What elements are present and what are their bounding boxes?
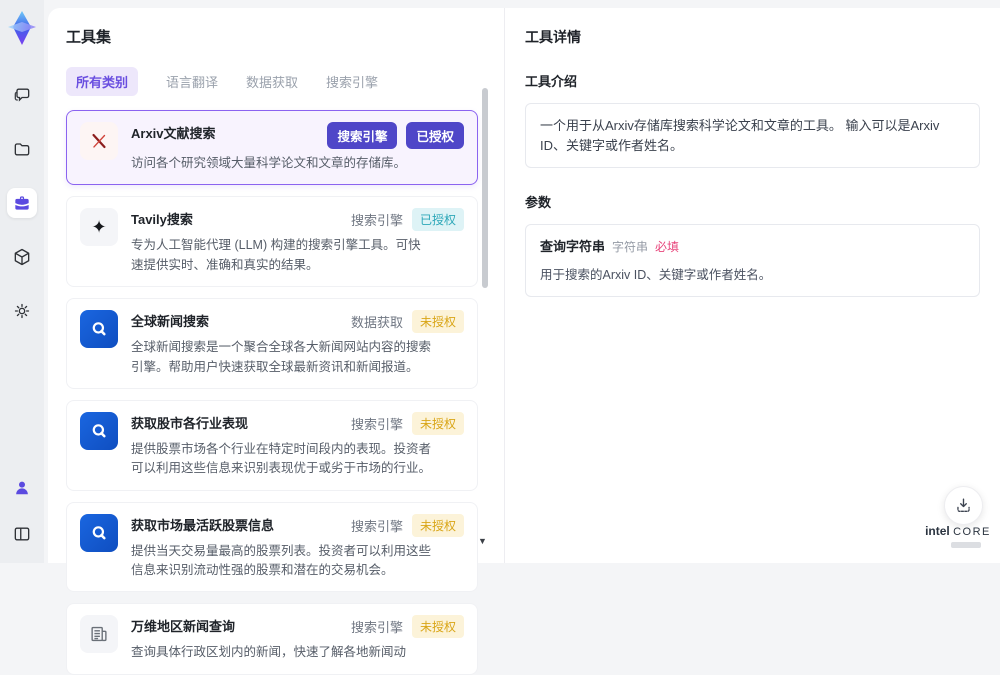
sidebar-item-settings[interactable] xyxy=(7,296,37,326)
status-badge: 已授权 xyxy=(406,122,464,149)
tool-list-panel: 工具集 所有类别 语言翻译 数据获取 搜索引擎 Arxiv文献搜索 搜索引擎 已… xyxy=(48,8,504,675)
news-search-logo-icon xyxy=(80,310,118,349)
intel-core-logo: intel CORE xyxy=(925,525,991,548)
sidebar-item-toolbox[interactable] xyxy=(7,188,37,218)
param-name: 查询字符串 xyxy=(540,239,606,254)
tab-all-categories[interactable]: 所有类别 xyxy=(66,67,139,96)
tab-search-engine[interactable]: 搜索引擎 xyxy=(326,72,378,91)
tool-description: 查询具体行政区划内的新闻，快速了解各地新闻动 xyxy=(131,645,407,660)
tool-card-global-news[interactable]: 全球新闻搜索 数据获取 未授权 全球新闻搜索是一个聚合全球各大新闻网站内容的搜索… xyxy=(66,298,478,389)
status-badge: 未授权 xyxy=(411,513,464,537)
tool-intro-box: 一个用于从Arxiv存储库搜索科学论文和文章的工具。 输入可以是Arxiv ID… xyxy=(525,103,980,168)
news-search-logo-icon xyxy=(80,513,118,552)
param-required-flag: 必填 xyxy=(655,240,680,254)
newspaper-icon xyxy=(80,615,118,654)
sidebar-item-models[interactable] xyxy=(7,242,37,272)
tool-list: Arxiv文献搜索 搜索引擎 已授权 访问各个研究领域大量科学论文和文章的存储库… xyxy=(66,110,478,675)
param-description: 用于搜索的Arxiv ID、关键字或作者姓名。 xyxy=(540,267,772,282)
category-label: 搜索引擎 xyxy=(350,518,403,534)
core-wordmark: CORE xyxy=(953,526,991,538)
page-title: 工具集 xyxy=(66,29,112,46)
sidebar-item-panel-toggle[interactable] xyxy=(7,519,37,549)
folder-icon xyxy=(14,143,30,156)
tool-description: 专为人工智能代理 (LLM) 构建的搜索引擎工具。可快速提供实时、准确和真实的结… xyxy=(131,238,421,272)
param-type: 字符串 xyxy=(612,240,649,254)
toolbox-icon xyxy=(15,196,29,210)
tool-card-arxiv[interactable]: Arxiv文献搜索 搜索引擎 已授权 访问各个研究领域大量科学论文和文章的存储库… xyxy=(66,110,478,186)
status-badge: 未授权 xyxy=(411,615,464,639)
news-search-logo-icon xyxy=(80,411,118,450)
tab-data-fetch[interactable]: 数据获取 xyxy=(246,72,298,91)
tool-title: 万维地区新闻查询 xyxy=(131,619,236,635)
param-box: 查询字符串 字符串 必填 用于搜索的Arxiv ID、关键字或作者姓名。 xyxy=(525,224,980,298)
tool-description: 提供当天交易量最高的股票列表。投资者可以利用这些信息来识别流动性强的股票和潜在的… xyxy=(131,543,432,577)
status-badge: 未授权 xyxy=(411,310,464,334)
main-panel: 工具集 所有类别 语言翻译 数据获取 搜索引擎 Arxiv文献搜索 搜索引擎 已… xyxy=(48,8,1000,675)
status-badge: 已授权 xyxy=(411,208,464,232)
chat-icon xyxy=(14,88,30,102)
user-icon xyxy=(16,481,28,495)
tool-title: 获取市场最活跃股票信息 xyxy=(131,517,275,533)
tool-title: Arxiv文献搜索 xyxy=(131,126,216,141)
category-label: 搜索引擎 xyxy=(350,620,403,636)
left-rail xyxy=(0,0,44,563)
tool-card-tavily[interactable]: ✦ Tavily搜索 搜索引擎 已授权 专为人工智能代理 (LLM) 构建的搜索… xyxy=(66,196,478,288)
app-logo-icon xyxy=(8,11,36,45)
tool-description: 全球新闻搜索是一个聚合全球各大新闻网站内容的搜索引擎。帮助用户快速获取全球最新资… xyxy=(131,340,432,374)
intel-sub-mark xyxy=(951,542,981,548)
category-badge: 搜索引擎 xyxy=(327,122,398,149)
tool-title: 获取股市各行业表现 xyxy=(131,415,249,431)
tool-description: 提供股票市场各个行业在特定时间段内的表现。投资者可以利用这些信息来识别表现优于或… xyxy=(131,441,432,476)
category-label: 搜索引擎 xyxy=(350,213,403,229)
status-badge: 未授权 xyxy=(411,411,464,435)
tool-title: 全球新闻搜索 xyxy=(131,314,210,330)
category-label: 搜索引擎 xyxy=(350,416,403,432)
tool-card-regional-news[interactable]: 万维地区新闻查询 搜索引擎 未授权 查询具体行政区划内的新闻，快速了解各地新闻动 xyxy=(66,603,478,675)
gear-icon xyxy=(14,303,30,319)
download-icon xyxy=(957,498,970,512)
arxiv-logo-icon xyxy=(80,122,118,160)
category-label: 数据获取 xyxy=(350,315,403,331)
sidebar-item-files[interactable] xyxy=(7,134,37,164)
intro-heading: 工具介绍 xyxy=(525,74,578,89)
tavily-sparkle-icon: ✦ xyxy=(80,208,118,247)
list-scrollbar-thumb[interactable] xyxy=(482,88,488,288)
tool-description: 访问各个研究领域大量科学论文和文章的存储库。 xyxy=(131,156,407,170)
tab-language-translation[interactable]: 语言翻译 xyxy=(166,72,218,91)
params-heading: 参数 xyxy=(525,195,552,210)
tool-card-most-active-stocks[interactable]: 获取市场最活跃股票信息 搜索引擎 未授权 提供当天交易量最高的股票列表。投资者可… xyxy=(66,501,478,593)
tool-title: Tavily搜索 xyxy=(131,212,193,228)
sidebar-item-chat[interactable] xyxy=(7,80,37,110)
tool-card-sector-performance[interactable]: 获取股市各行业表现 搜索引擎 未授权 提供股票市场各个行业在特定时间段内的表现。… xyxy=(66,399,478,491)
intel-wordmark: intel xyxy=(925,524,950,538)
scroll-down-caret-icon[interactable]: ▼ xyxy=(478,536,487,546)
panel-toggle-icon xyxy=(14,527,30,541)
download-button[interactable] xyxy=(944,486,983,525)
category-tabs: 所有类别 语言翻译 数据获取 搜索引擎 xyxy=(66,67,504,96)
sidebar-item-account[interactable] xyxy=(7,473,37,503)
cube-icon xyxy=(14,248,30,266)
detail-title: 工具详情 xyxy=(525,29,581,45)
tool-detail-panel: 工具详情 工具介绍 一个用于从Arxiv存储库搜索科学论文和文章的工具。 输入可… xyxy=(505,8,1000,563)
